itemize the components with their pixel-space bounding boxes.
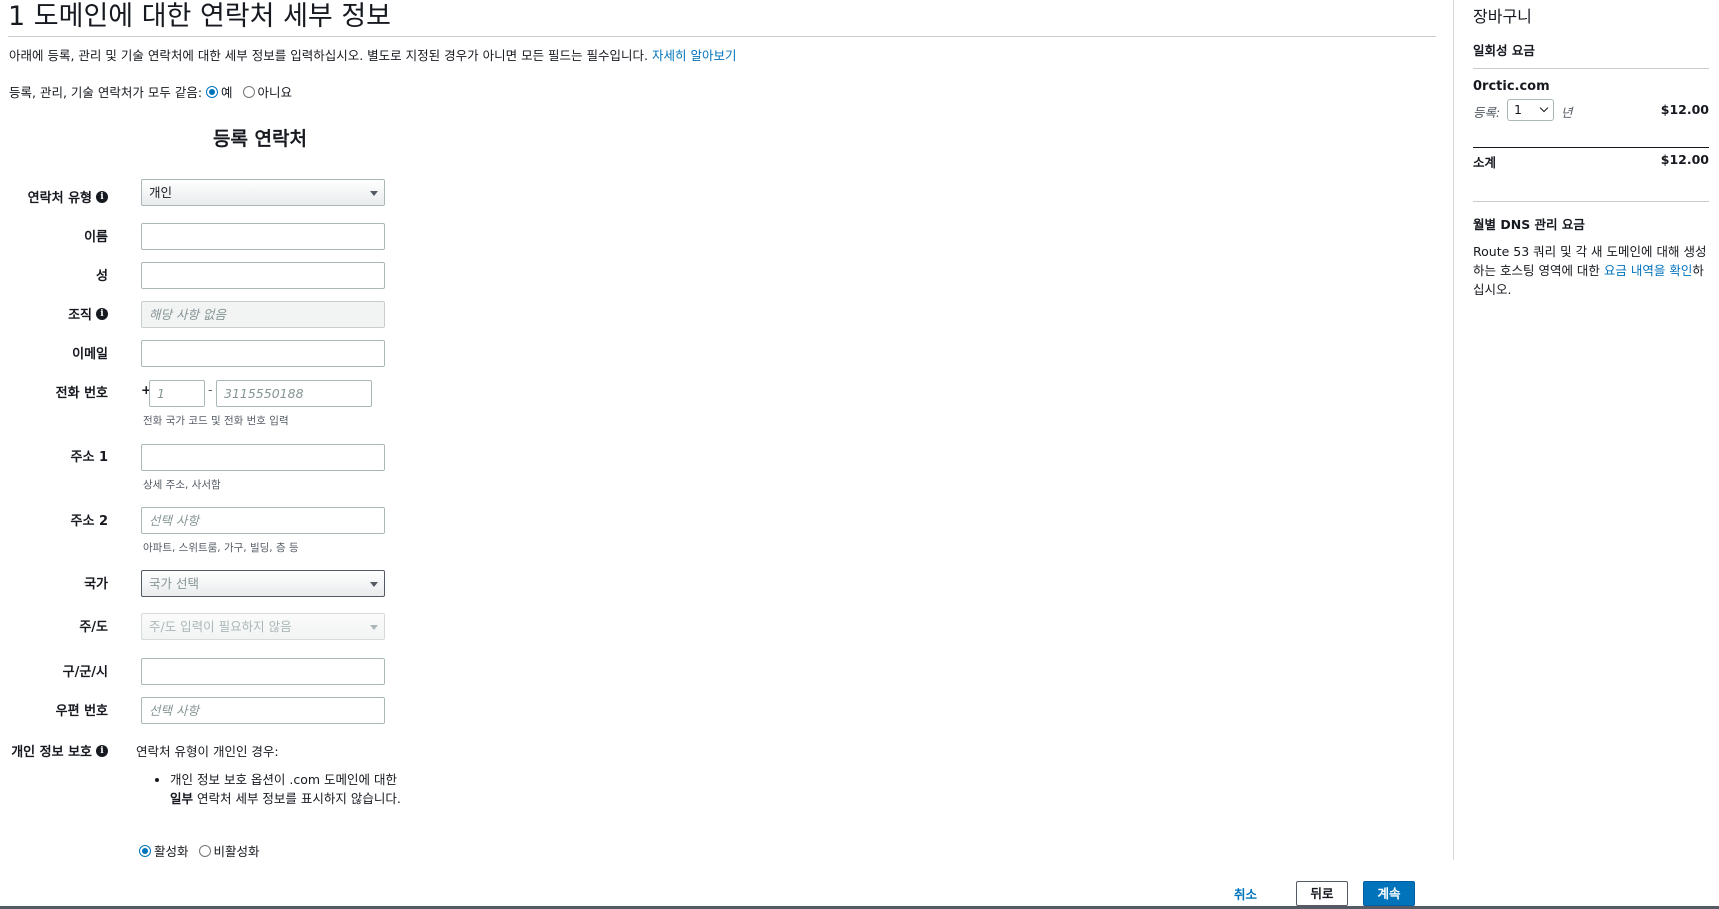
contact-type-select[interactable]: 개인 — [141, 179, 385, 206]
city-label: 구/군/시 — [62, 665, 108, 680]
caret-down-icon — [370, 582, 378, 587]
privacy-enable-label[interactable]: 활성화 — [154, 841, 189, 860]
intro-text: 아래에 등록, 관리 및 기술 연락처에 대한 세부 정보를 입력하십시오. 별… — [9, 45, 736, 64]
back-button[interactable]: 뒤로 — [1296, 881, 1348, 906]
subtotal-label: 소계 — [1473, 155, 1497, 170]
phone-label: 전화 번호 — [55, 386, 108, 401]
phone-separator: - — [208, 382, 213, 397]
contact-type-value: 개인 — [149, 185, 173, 200]
info-icon[interactable]: i — [96, 190, 108, 203]
registration-price: $12.00 — [1660, 102, 1709, 117]
organization-placeholder: 해당 사항 없음 — [149, 307, 226, 322]
privacy-bullet-part2: 연락처 세부 정보를 표시하지 않습니다. — [193, 791, 401, 806]
postal-input[interactable]: 선택 사항 — [141, 697, 385, 724]
email-input[interactable] — [141, 340, 385, 367]
same-contacts-label: 등록, 관리, 기술 연락처가 모두 같음: — [9, 85, 203, 100]
state-select-value: 주/도 입력이 필요하지 않음 — [149, 619, 292, 634]
privacy-label-text: 개인 정보 보호 — [11, 745, 92, 760]
sidebar-divider — [1453, 0, 1454, 860]
cancel-button[interactable]: 취소 — [1234, 884, 1257, 903]
postal-placeholder: 선택 사항 — [149, 703, 199, 718]
continue-button[interactable]: 계속 — [1363, 881, 1415, 906]
privacy-disable-label[interactable]: 비활성화 — [214, 841, 260, 860]
privacy-radios: 활성화 비활성화 — [134, 841, 260, 860]
phone-help: 전화 국가 코드 및 전화 번호 입력 — [143, 415, 289, 427]
privacy-bullet-part1: 개인 정보 보호 옵션이 .com 도메인에 대한 — [170, 772, 398, 787]
page-title: 1 도메인에 대한 연락처 세부 정보 — [8, 1, 392, 32]
subtotal-price: $12.00 — [1660, 152, 1709, 167]
first-name-input[interactable] — [141, 223, 385, 250]
phone-number-input[interactable]: 3115550188 — [216, 380, 372, 407]
phone-country-code-input[interactable]: 1 — [149, 380, 205, 407]
postal-label: 우편 번호 — [55, 704, 108, 719]
subtotal-divider — [1473, 147, 1709, 148]
learn-more-link[interactable]: 자세히 알아보기 — [652, 48, 736, 63]
onetime-fee-heading: 일회성 요금 — [1473, 43, 1535, 58]
registration-years-value: 1 — [1514, 102, 1522, 117]
contact-type-label-text: 연락처 유형 — [27, 191, 92, 206]
registrant-contact-heading: 등록 연락처 — [212, 128, 307, 150]
year-label: 년 — [1561, 105, 1573, 120]
privacy-enable-radio[interactable] — [139, 844, 151, 857]
state-select: 주/도 입력이 필요하지 않음 — [141, 613, 385, 640]
email-label: 이메일 — [72, 347, 108, 362]
intro-description: 아래에 등록, 관리 및 기술 연락처에 대한 세부 정보를 입력하십시오. 별… — [9, 48, 648, 63]
cart-title: 장바구니 — [1473, 7, 1532, 26]
registration-label: 등록: — [1473, 105, 1501, 120]
dns-fee-heading: 월별 DNS 관리 요금 — [1473, 217, 1585, 232]
country-label: 국가 — [84, 577, 108, 592]
address1-input[interactable] — [141, 444, 385, 471]
dns-fee-description: Route 53 쿼리 및 각 새 도메인에 대해 생성하는 호스팅 영역에 대… — [1473, 242, 1709, 299]
address2-placeholder: 선택 사항 — [149, 513, 199, 528]
privacy-disable-radio[interactable] — [198, 844, 211, 857]
country-select-value: 국가 선택 — [149, 576, 199, 591]
info-icon[interactable]: i — [96, 744, 108, 757]
organization-label: 조직 i — [8, 300, 108, 327]
privacy-bullet: 개인 정보 보호 옵션이 .com 도메인에 대한 일부 연락처 세부 정보를 … — [170, 770, 406, 808]
registration-years-select[interactable]: 1 — [1507, 99, 1554, 121]
last-name-label: 성 — [96, 269, 108, 284]
caret-down-icon — [370, 191, 378, 196]
address1-label: 주소 1 — [70, 450, 109, 465]
last-name-input[interactable] — [141, 262, 385, 289]
same-no-label[interactable]: 아니요 — [258, 82, 293, 101]
state-label: 주/도 — [79, 620, 108, 635]
title-divider — [8, 36, 1436, 37]
country-select[interactable]: 국가 선택 — [141, 570, 385, 597]
info-icon[interactable]: i — [96, 307, 108, 320]
phone-number-placeholder: 3115550188 — [224, 386, 304, 401]
first-name-label: 이름 — [84, 230, 108, 245]
same-yes-radio[interactable] — [206, 85, 219, 98]
address2-input[interactable]: 선택 사항 — [141, 507, 385, 534]
privacy-bullet-bold: 일부 — [170, 791, 194, 806]
phone-country-code-placeholder: 1 — [157, 386, 165, 401]
same-no-radio[interactable] — [242, 85, 255, 98]
contact-type-label: 연락처 유형 i — [8, 183, 108, 210]
organization-label-text: 조직 — [68, 308, 92, 323]
pricing-details-link[interactable]: 요금 내역을 확인 — [1604, 263, 1692, 278]
privacy-label: 개인 정보 보호 i — [8, 737, 108, 764]
chevron-down-icon — [1539, 103, 1549, 113]
cart-divider — [1473, 201, 1709, 202]
address2-help: 아파트, 스위트룸, 가구, 빌딩, 층 등 — [143, 542, 299, 554]
privacy-text: 연락처 유형이 개인인 경우: — [136, 744, 279, 759]
address2-label: 주소 2 — [70, 514, 109, 529]
city-input[interactable] — [141, 658, 385, 685]
caret-down-icon — [370, 625, 378, 630]
same-contacts-row: 등록, 관리, 기술 연락처가 모두 같음: 예 아니요 — [9, 82, 292, 101]
address1-help: 상세 주소, 사서함 — [143, 479, 221, 491]
privacy-list: 개인 정보 보호 옵션이 .com 도메인에 대한 일부 연락처 세부 정보를 … — [156, 770, 406, 808]
cart-domain-name: 0rctic.com — [1473, 79, 1550, 94]
cart-divider — [1473, 68, 1709, 69]
organization-input: 해당 사항 없음 — [141, 301, 385, 328]
same-yes-label[interactable]: 예 — [221, 82, 233, 101]
